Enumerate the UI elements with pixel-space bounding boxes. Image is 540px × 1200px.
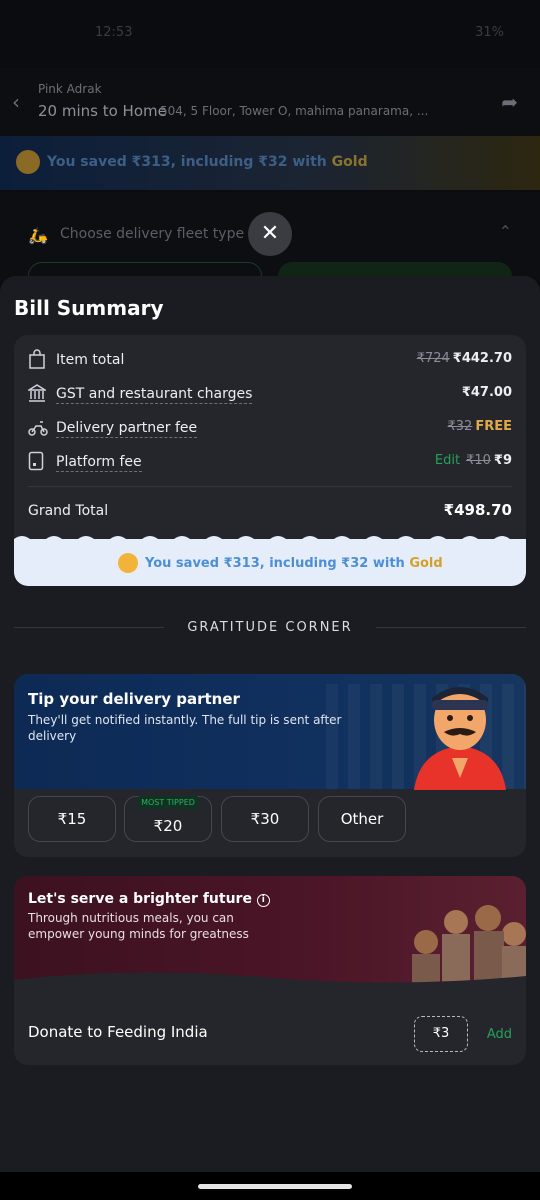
divider-right [376, 627, 526, 628]
donation-amount[interactable]: ₹3 [414, 1016, 468, 1052]
scooter-icon: 🛵 [28, 226, 48, 245]
donation-card: Let's serve a brighter future i Through … [14, 876, 526, 1065]
tip-subtitle: They'll get notified instantly. The full… [28, 713, 342, 743]
delivery-partner-illustration [414, 687, 506, 790]
bill-row-delivery-fee[interactable]: Delivery partner fee ₹32 FREE [28, 417, 512, 441]
bill-card: Item total ₹724 ₹442.70 GST and restauran… [14, 335, 526, 586]
bank-icon [26, 383, 48, 405]
tip-options: ₹15 MOST TIPPED ₹20 ₹30 Other [28, 796, 512, 842]
scooter-icon [28, 417, 48, 439]
donation-label: Donate to Feeding India [28, 1023, 208, 1041]
screen: 12:53 31% ‹ Pink Adrak 20 mins to Home 5… [0, 0, 540, 1200]
add-donation-button[interactable]: Add [487, 1027, 512, 1042]
row-value: ₹47.00 [461, 385, 512, 400]
most-tipped-badge: MOST TIPPED [137, 796, 199, 809]
divider [28, 486, 512, 487]
bill-row-gst[interactable]: GST and restaurant charges ₹47.00 [26, 383, 512, 407]
row-label: Platform fee [56, 454, 142, 472]
row-value: ₹32 FREE [447, 419, 512, 434]
status-bar: 12:53 31% [0, 0, 540, 68]
grand-total-label: Grand Total [28, 503, 109, 519]
chevron-up-icon[interactable]: ⌃ [499, 222, 512, 241]
delivery-eta[interactable]: 20 mins to Home [38, 102, 167, 120]
row-label: Delivery partner fee [56, 420, 198, 438]
fleet-label[interactable]: Choose delivery fleet type [60, 226, 244, 242]
battery-level: 31% [475, 25, 504, 40]
tip-option-20[interactable]: MOST TIPPED ₹20 [124, 796, 212, 842]
gratitude-header: GRATITUDE CORNER [14, 618, 526, 638]
tip-title: Tip your delivery partner [28, 690, 240, 708]
tip-option-other[interactable]: Other [318, 796, 406, 842]
donation-subtitle: Through nutritious meals, you can empowe… [28, 911, 249, 941]
donation-title: Let's serve a brighter future i [28, 891, 270, 907]
tip-option-30[interactable]: ₹30 [221, 796, 309, 842]
navigation-bar [0, 1172, 540, 1200]
savings-text: You saved ₹313, including ₹32 with Gold [145, 556, 443, 571]
row-value: Edit ₹10 ₹9 [434, 453, 512, 468]
tip-card: Tip your delivery partner They'll get no… [14, 674, 526, 857]
gold-savings-banner: You saved ₹313, including ₹32 with Gold [0, 136, 540, 190]
gold-savings-text: You saved ₹313, including ₹32 with Gold [47, 154, 368, 170]
banner-curve [14, 972, 526, 992]
emoji-face-icon [16, 150, 40, 174]
back-arrow-icon[interactable]: ‹ [12, 90, 20, 114]
app-header: ‹ Pink Adrak 20 mins to Home 504, 5 Floo… [0, 68, 540, 136]
bill-row-platform-fee[interactable]: Platform fee Edit ₹10 ₹9 [28, 451, 512, 475]
close-button[interactable]: ✕ [248, 212, 292, 256]
phone-icon [28, 451, 48, 473]
row-label: Item total [56, 352, 125, 368]
row-label: GST and restaurant charges [56, 386, 253, 404]
status-time: 12:53 [95, 25, 133, 40]
wave-divider [14, 536, 526, 547]
info-icon[interactable]: i [256, 894, 270, 907]
home-indicator[interactable] [198, 1184, 352, 1189]
edit-platform-fee-link[interactable]: Edit [435, 453, 460, 468]
bill-summary-sheet: Bill Summary Item total ₹724 ₹442.70 GST … [0, 276, 540, 1172]
tip-option-15[interactable]: ₹15 [28, 796, 116, 842]
store-name: Pink Adrak [38, 82, 102, 96]
share-icon[interactable]: ➦ [501, 90, 518, 114]
row-value: ₹724 ₹442.70 [416, 351, 512, 366]
emoji-face-icon [118, 553, 138, 573]
delivery-address[interactable]: 504, 5 Floor, Tower O, mahima panarama, … [160, 104, 428, 118]
grand-total-value: ₹498.70 [443, 501, 512, 519]
sheet-title: Bill Summary [14, 296, 164, 320]
bill-row-item-total: Item total ₹724 ₹442.70 [28, 349, 512, 373]
bag-icon [28, 349, 48, 371]
